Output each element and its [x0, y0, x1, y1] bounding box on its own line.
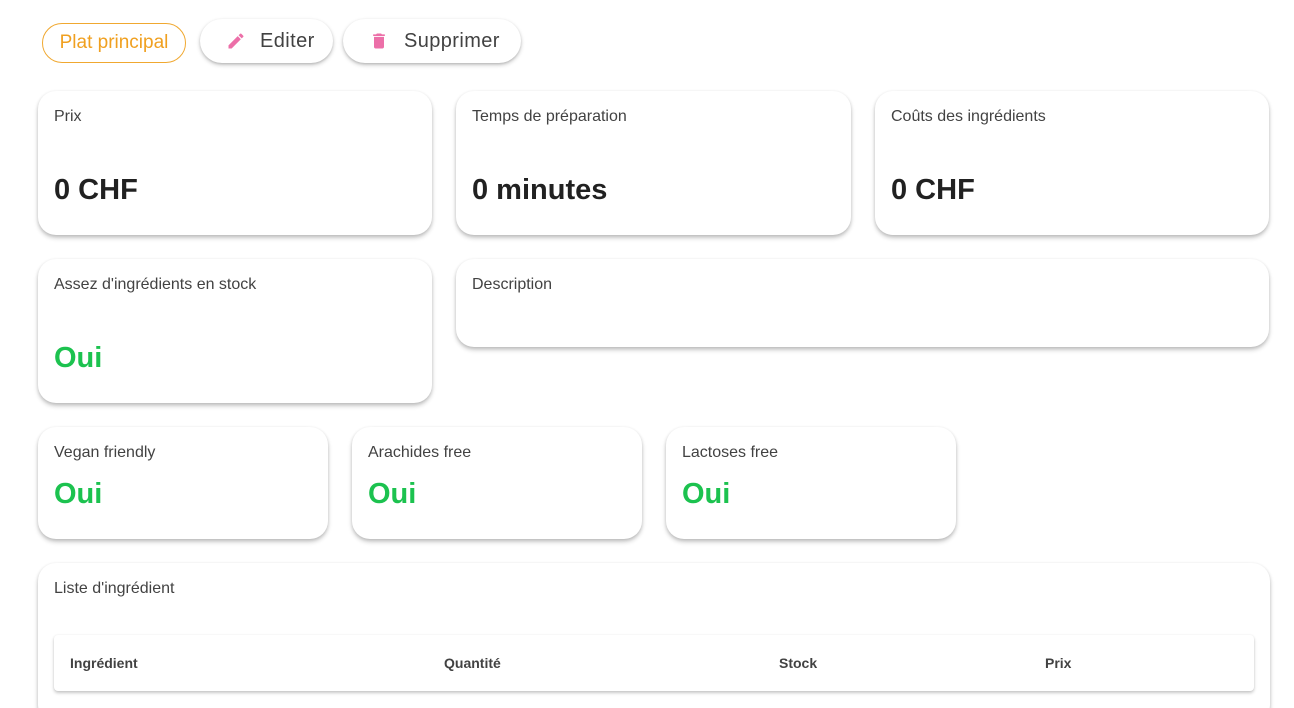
description-card: Description — [456, 259, 1269, 347]
ingredient-cost-label: Coûts des ingrédients — [891, 108, 1046, 125]
dish-detail-page: Plat principal Editer Supprimer Prix 0 C… — [0, 0, 1294, 708]
stock-card: Assez d'ingrédients en stock Oui — [38, 259, 432, 403]
delete-button-label: Supprimer — [404, 29, 500, 52]
peanut-free-card: Arachides free Oui — [352, 427, 642, 539]
edit-button[interactable]: Editer — [200, 19, 333, 63]
pencil-icon — [224, 29, 248, 53]
ingredient-table: Ingrédient Quantité Stock Prix — [54, 635, 1254, 691]
category-chip: Plat principal — [42, 23, 186, 63]
trash-icon — [367, 29, 391, 53]
price-label: Prix — [54, 108, 82, 125]
edit-button-label: Editer — [260, 29, 315, 52]
prep-time-value: 0 minutes — [472, 174, 608, 206]
ingredient-list-card: Liste d'ingrédient Ingrédient Quantité S… — [38, 563, 1270, 708]
column-header-stock[interactable]: Stock — [779, 655, 817, 671]
prep-time-card: Temps de préparation 0 minutes — [456, 91, 851, 235]
stock-value: Oui — [54, 342, 103, 374]
peanut-free-value: Oui — [368, 478, 417, 510]
column-header-quantity[interactable]: Quantité — [444, 655, 501, 671]
vegan-value: Oui — [54, 478, 103, 510]
column-header-ingredient[interactable]: Ingrédient — [70, 655, 138, 671]
lactose-free-value: Oui — [682, 478, 731, 510]
ingredient-list-title: Liste d'ingrédient — [54, 580, 175, 597]
ingredient-cost-value: 0 CHF — [891, 174, 975, 206]
vegan-card: Vegan friendly Oui — [38, 427, 328, 539]
peanut-free-label: Arachides free — [368, 444, 472, 461]
lactose-free-label: Lactoses free — [682, 444, 779, 461]
column-header-price[interactable]: Prix — [1045, 655, 1071, 671]
delete-button[interactable]: Supprimer — [343, 19, 521, 63]
prep-time-label: Temps de préparation — [472, 108, 627, 125]
ingredient-cost-card: Coûts des ingrédients 0 CHF — [875, 91, 1269, 235]
stock-label: Assez d'ingrédients en stock — [54, 276, 257, 293]
lactose-free-card: Lactoses free Oui — [666, 427, 956, 539]
price-value: 0 CHF — [54, 174, 138, 206]
description-label: Description — [472, 276, 553, 293]
price-card: Prix 0 CHF — [38, 91, 432, 235]
vegan-label: Vegan friendly — [54, 444, 156, 461]
